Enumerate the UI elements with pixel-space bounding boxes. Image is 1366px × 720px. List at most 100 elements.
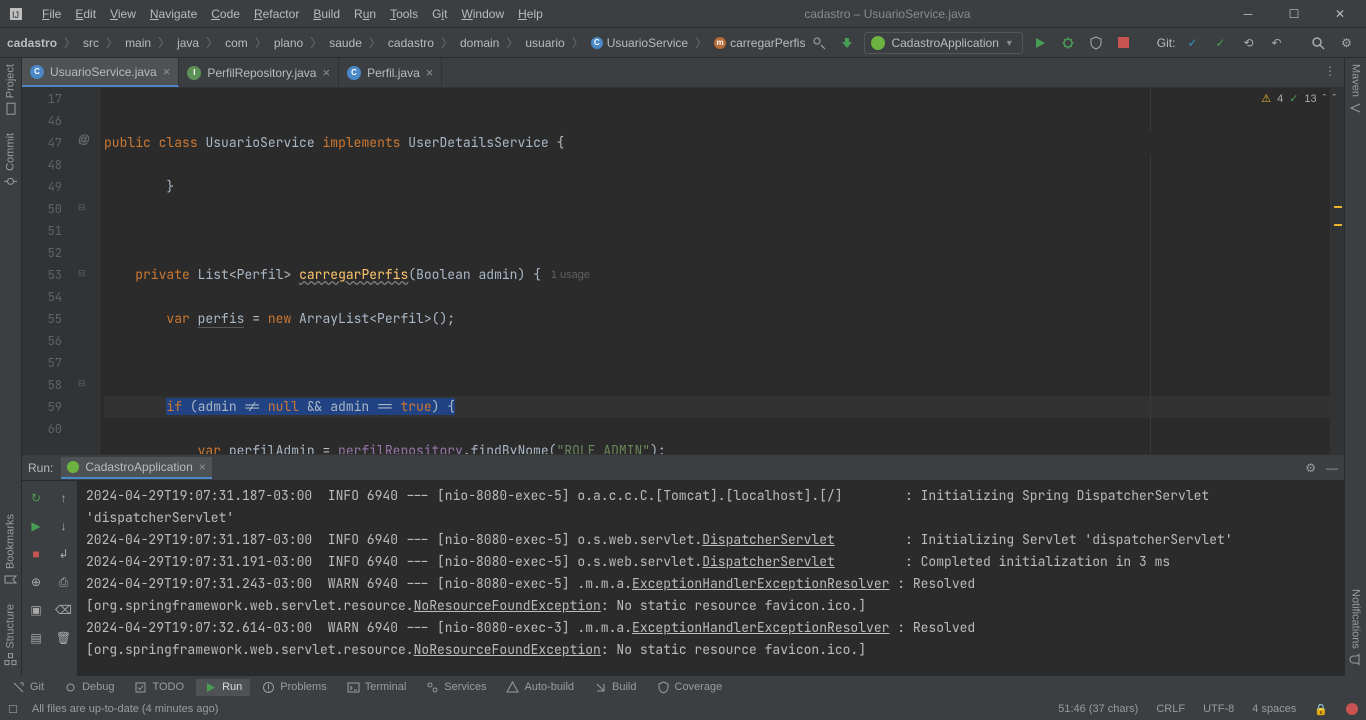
gear-icon[interactable]: ⚙ <box>1305 461 1316 475</box>
health-icon[interactable]: ⊕ <box>25 571 47 593</box>
menu-edit[interactable]: Edit <box>69 3 102 25</box>
rail-notifications[interactable]: Notifications <box>1349 589 1362 666</box>
git-update-icon[interactable]: ✓ <box>1181 32 1203 54</box>
rerun-icon[interactable]: ↻ <box>25 487 47 509</box>
file-encoding[interactable]: UTF-8 <box>1203 703 1234 715</box>
git-commit-icon[interactable]: ✓ <box>1209 32 1231 54</box>
minimize-panel-icon[interactable]: — <box>1326 461 1338 475</box>
menu-run[interactable]: Run <box>348 3 382 25</box>
crumb-java[interactable]: java <box>174 34 202 52</box>
close-icon[interactable]: × <box>199 460 206 474</box>
readonly-lock-icon[interactable]: 🔒 <box>1314 703 1328 716</box>
rail-commit[interactable]: Commit <box>4 133 17 188</box>
fold-gutter[interactable]: @ ⊟ ⊟ ⊟ ⊟ <box>72 88 100 454</box>
rail-bookmarks[interactable]: Bookmarks <box>4 514 17 586</box>
coverage-button[interactable] <box>1085 32 1107 54</box>
tool-build[interactable]: Build <box>586 679 644 696</box>
run-button[interactable] <box>1029 32 1051 54</box>
menu-view[interactable]: View <box>104 3 142 25</box>
menu-navigate[interactable]: Navigate <box>144 3 203 25</box>
git-history-icon[interactable]: ⟲ <box>1237 32 1259 54</box>
tool-run[interactable]: Run <box>196 679 250 696</box>
fold-close-icon[interactable]: ⊟ <box>78 378 86 389</box>
close-icon[interactable]: × <box>322 65 330 80</box>
menu-window[interactable]: Window <box>455 3 510 25</box>
tab-perfilrepository[interactable]: I PerfilRepository.java × <box>179 58 339 87</box>
menu-build[interactable]: Build <box>307 3 346 25</box>
crumb-usuario[interactable]: usuario <box>522 34 567 52</box>
rail-maven[interactable]: Maven <box>1349 64 1362 114</box>
tool-services[interactable]: Services <box>418 679 494 696</box>
crumb-root[interactable]: cadastro <box>4 34 60 52</box>
tool-problems[interactable]: Problems <box>254 679 334 696</box>
crumb-domain[interactable]: domain <box>457 34 502 52</box>
scroll-down-icon[interactable]: ↓ <box>53 515 75 537</box>
close-icon[interactable]: × <box>163 64 171 79</box>
clear-icon[interactable]: ⌫ <box>53 599 75 621</box>
crumb-class[interactable]: CUsuarioService <box>588 34 691 52</box>
crumb-com[interactable]: com <box>222 34 251 52</box>
layout-icon[interactable]: ▤ <box>25 627 47 649</box>
tool-autobuild[interactable]: Auto-build <box>498 679 582 696</box>
chevron-down-icon[interactable]: ˇ <box>1332 93 1336 105</box>
code-content[interactable]: public class UsuarioService implements U… <box>100 88 1330 454</box>
vcs-update-icon[interactable] <box>836 32 858 54</box>
window-minimize[interactable]: ─ <box>1226 0 1270 27</box>
tool-coverage[interactable]: Coverage <box>649 679 731 696</box>
tool-todo[interactable]: TODO <box>126 679 192 696</box>
warning-mark[interactable] <box>1334 224 1342 226</box>
capture-icon[interactable]: ▣ <box>25 599 47 621</box>
tool-debug[interactable]: Debug <box>56 679 122 696</box>
rail-project[interactable]: Project <box>4 64 17 115</box>
window-close[interactable]: ✕ <box>1318 0 1362 27</box>
git-rollback-icon[interactable]: ↶ <box>1265 32 1287 54</box>
run-config-select[interactable]: CadastroApplication ▼ <box>864 32 1022 54</box>
code-editor[interactable]: 17 46 47 48 49 50 51 52 53 54 55 56 57 5… <box>22 88 1344 454</box>
warning-icon[interactable]: ⚠ <box>1261 92 1271 105</box>
inspection-stripe[interactable]: ⚠4 ✓13 ˆ ˇ <box>1330 88 1344 454</box>
search-everywhere-icon[interactable] <box>1307 32 1329 54</box>
debug-button[interactable] <box>1057 32 1079 54</box>
print-icon[interactable]: ⎙ <box>53 571 75 593</box>
menu-help[interactable]: Help <box>512 3 549 25</box>
menu-tools[interactable]: Tools <box>384 3 424 25</box>
trash-icon[interactable]: 🗑 <box>53 627 75 649</box>
indent-settings[interactable]: 4 spaces <box>1252 703 1296 715</box>
tab-perfil[interactable]: C Perfil.java × <box>339 58 442 87</box>
run-icon[interactable]: ▶ <box>25 515 47 537</box>
code-with-me-icon[interactable] <box>808 32 830 54</box>
close-icon[interactable]: × <box>426 65 434 80</box>
tool-terminal[interactable]: Terminal <box>339 679 415 696</box>
crumb-method[interactable]: mcarregarPerfis <box>711 34 808 52</box>
chevron-up-icon[interactable]: ˆ <box>1323 93 1327 105</box>
crumb-saude[interactable]: saude <box>326 34 365 52</box>
menu-code[interactable]: Code <box>205 3 246 25</box>
tab-usuarioservice[interactable]: C UsuarioService.java × <box>22 58 179 87</box>
tool-git[interactable]: Git <box>4 679 52 696</box>
ok-check-icon[interactable]: ✓ <box>1289 92 1298 105</box>
status-hide-icon[interactable]: ☐ <box>8 703 18 716</box>
settings-icon[interactable]: ⚙ <box>1335 32 1357 54</box>
window-maximize[interactable]: ☐ <box>1272 0 1316 27</box>
crumb-main[interactable]: main <box>122 34 154 52</box>
warning-mark[interactable] <box>1334 206 1342 208</box>
menu-refactor[interactable]: Refactor <box>248 3 305 25</box>
run-tab[interactable]: CadastroApplication × <box>61 457 211 479</box>
menu-file[interactable]: FFileile <box>36 3 67 25</box>
stop-button[interactable] <box>1113 32 1135 54</box>
fold-close-icon[interactable]: ⊟ <box>78 268 86 279</box>
fold-open-icon[interactable]: ⊟ <box>78 202 86 213</box>
console-output[interactable]: 2024-04-29T19:07:31.187-03:00 INFO 6940 … <box>78 481 1344 676</box>
stop-icon[interactable]: ■ <box>25 543 47 565</box>
crumb-cadastro[interactable]: cadastro <box>385 34 437 52</box>
soft-wrap-icon[interactable]: ↲ <box>53 543 75 565</box>
usage-hint[interactable]: 1 usage <box>551 264 590 286</box>
process-indicator-icon[interactable] <box>1346 703 1358 715</box>
scroll-up-icon[interactable]: ↑ <box>53 487 75 509</box>
crumb-src[interactable]: src <box>80 34 102 52</box>
crumb-plano[interactable]: plano <box>271 34 306 52</box>
menu-git[interactable]: Git <box>426 3 453 25</box>
caret-position[interactable]: 51:46 (37 chars) <box>1058 703 1138 715</box>
line-separator[interactable]: CRLF <box>1156 703 1185 715</box>
rail-structure[interactable]: Structure <box>4 604 17 666</box>
